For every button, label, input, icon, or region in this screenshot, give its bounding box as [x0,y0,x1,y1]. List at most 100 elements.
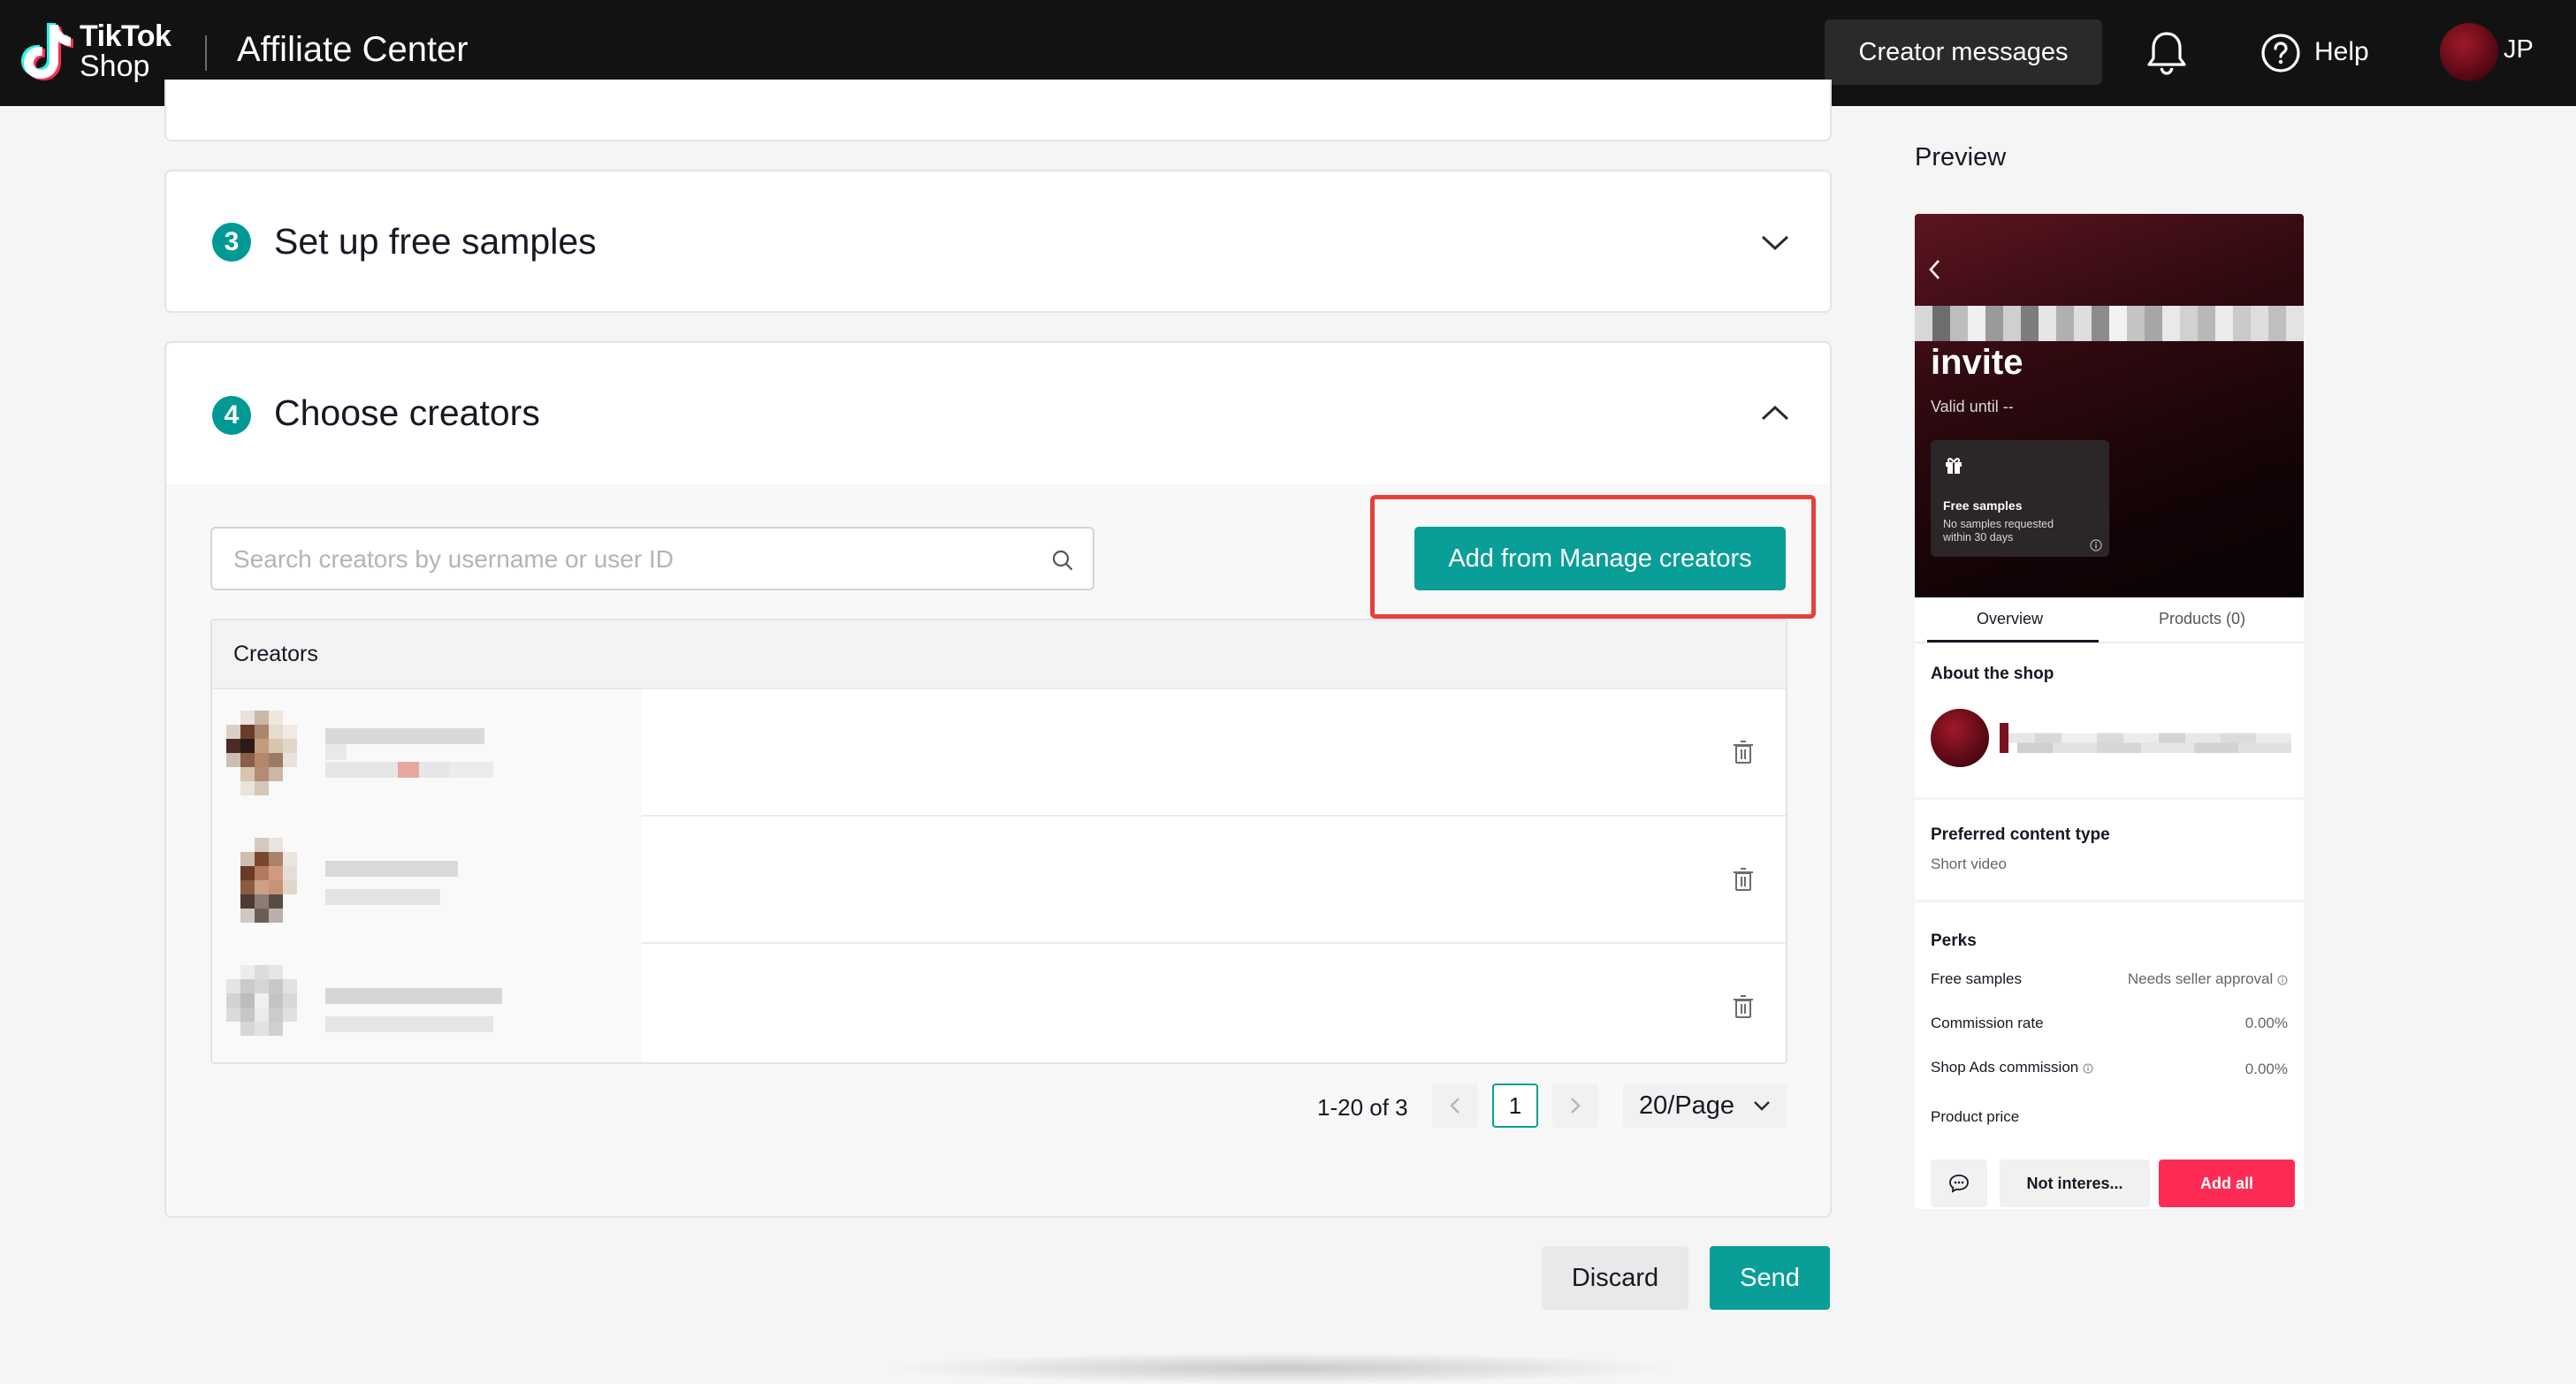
preview-heading: Preview [1915,143,2007,171]
creator-search-field[interactable] [210,527,1094,590]
preferred-content-value: Short video [1931,855,2007,872]
perk-label: Commission rate [1931,1015,2044,1031]
chevron-down-icon[interactable] [1759,232,1791,253]
chat-icon [1949,1175,1969,1193]
pagination-range-text: 1-20 of 3 [1317,1094,1408,1121]
perk-value: Needs seller approval [2128,970,2288,988]
trash-icon[interactable] [1733,739,1754,765]
step-number-badge: 3 [212,223,251,262]
creator-name-blurred [325,744,347,760]
step-title-free-samples: Set up free samples [274,221,597,262]
creator-info-blurred [212,944,642,1062]
creator-name-blurred [325,988,502,1004]
creator-handle-blurred [325,762,449,778]
creator-avatar-pixelated [226,965,297,1036]
creators-table-header: Creators [212,620,1786,689]
add-from-manage-creators-button[interactable]: Add from Manage creators [1414,527,1786,590]
info-icon [2083,1062,2093,1074]
header-divider [205,35,207,71]
step-title-choose-creators: Choose creators [274,392,540,433]
active-tab-underline [1927,640,2099,643]
chevron-right-icon [1571,1098,1581,1114]
shop-name-pixelated [1915,306,2304,341]
help-link[interactable]: Help [2314,37,2369,67]
trash-icon[interactable] [1733,993,1754,1020]
chevron-left-icon[interactable] [1927,258,1941,281]
about-shop-title: About the shop [1931,665,2054,683]
tiktok-shop-logo[interactable]: TikTok Shop [18,19,179,85]
creators-table: Creators [210,619,1787,1064]
step-choose-creators-card: 4 Choose creators Add from Manage creato… [164,341,1832,1218]
app-title: Affiliate Center [237,30,469,69]
perks-title: Perks [1931,932,1977,950]
chevron-left-icon [1450,1098,1459,1114]
perk-label-text: Shop Ads commission [1931,1059,2079,1076]
user-initials[interactable]: JP [2504,35,2534,65]
perk-value-text: Needs seller approval [2127,970,2274,987]
creator-search-input[interactable] [233,544,1029,574]
chevron-down-icon [1754,1101,1770,1111]
perk-label: Free samples [1931,970,2022,987]
trash-icon[interactable] [1733,866,1754,893]
tiktok-logo-icon [21,23,73,80]
perk-label: Product price [1931,1108,2020,1125]
step-number-badge: 4 [212,396,251,435]
free-samples-subtitle: No samples requested within 30 days [1943,518,2054,544]
pagination-next-button[interactable] [1552,1084,1598,1128]
creator-avatar-pixelated [240,838,297,923]
search-icon[interactable] [1050,548,1075,573]
tab-products[interactable]: Products (0) [2159,610,2245,628]
tab-overview[interactable]: Overview [1977,610,2043,628]
pagination-prev-button[interactable] [1432,1084,1478,1128]
creator-handle-blurred [325,889,440,905]
invite-preview-phone: invite Valid until -- Free samples No sa… [1915,214,2304,1209]
bell-icon[interactable] [2145,28,2189,76]
creator-handle-blurred [325,1016,493,1032]
creator-handle-blurred [449,762,493,778]
table-row [212,689,1786,817]
valid-until-text: Valid until -- [1931,398,2014,415]
bottom-shadow [884,1352,1680,1384]
column-header-creators: Creators [233,642,318,666]
creator-name-blurred [325,728,484,744]
logo-wordmark-shop: Shop [80,49,150,83]
chevron-up-icon[interactable] [1759,403,1791,424]
send-button[interactable]: Send [1710,1246,1830,1310]
creator-info-blurred [212,689,642,817]
free-samples-title: Free samples [1943,498,2023,513]
free-samples-card: Free samples No samples requested within… [1931,440,2109,557]
preview-tabs: Overview Products (0) [1915,597,2304,643]
user-avatar[interactable] [2440,23,2498,81]
chat-button[interactable] [1931,1160,1987,1207]
previous-step-card [164,80,1832,141]
page-size-select[interactable]: 20/Page [1623,1084,1787,1128]
not-interested-button[interactable]: Not interes... [2000,1160,2150,1207]
table-row [212,944,1786,1062]
preferred-content-title: Preferred content type [1931,825,2110,844]
help-icon[interactable] [2260,32,2302,74]
gift-icon [1946,458,1962,474]
perk-value: 0.00% [2244,1061,2288,1077]
creator-messages-button[interactable]: Creator messages [1825,19,2102,85]
step-free-samples-card[interactable]: 3 Set up free samples [164,170,1832,313]
creator-handle-blurred [398,762,419,778]
perk-label: Shop Ads commission [1931,1059,2093,1076]
shop-avatar [1931,709,1989,767]
creator-avatar-pixelated [226,711,297,795]
discard-button[interactable]: Discard [1542,1246,1688,1310]
shop-name-blurred [2000,723,2291,753]
add-all-button[interactable]: Add all [2159,1160,2295,1207]
creator-name-blurred [325,861,458,877]
creator-info-blurred [212,817,642,944]
section-divider [1915,797,2304,800]
section-divider [1915,900,2304,902]
choose-creators-header[interactable]: 4 Choose creators [166,343,1830,484]
pagination-page-button[interactable]: 1 [1492,1084,1538,1128]
page-size-value: 20/Page [1639,1091,1735,1120]
perk-value: 0.00% [2244,1015,2288,1031]
table-row [212,817,1786,944]
info-icon [2277,974,2288,985]
preview-hero-banner: invite Valid until -- Free samples No sa… [1915,214,2304,597]
invite-title: invite [1931,343,2023,382]
info-icon [2090,539,2102,551]
